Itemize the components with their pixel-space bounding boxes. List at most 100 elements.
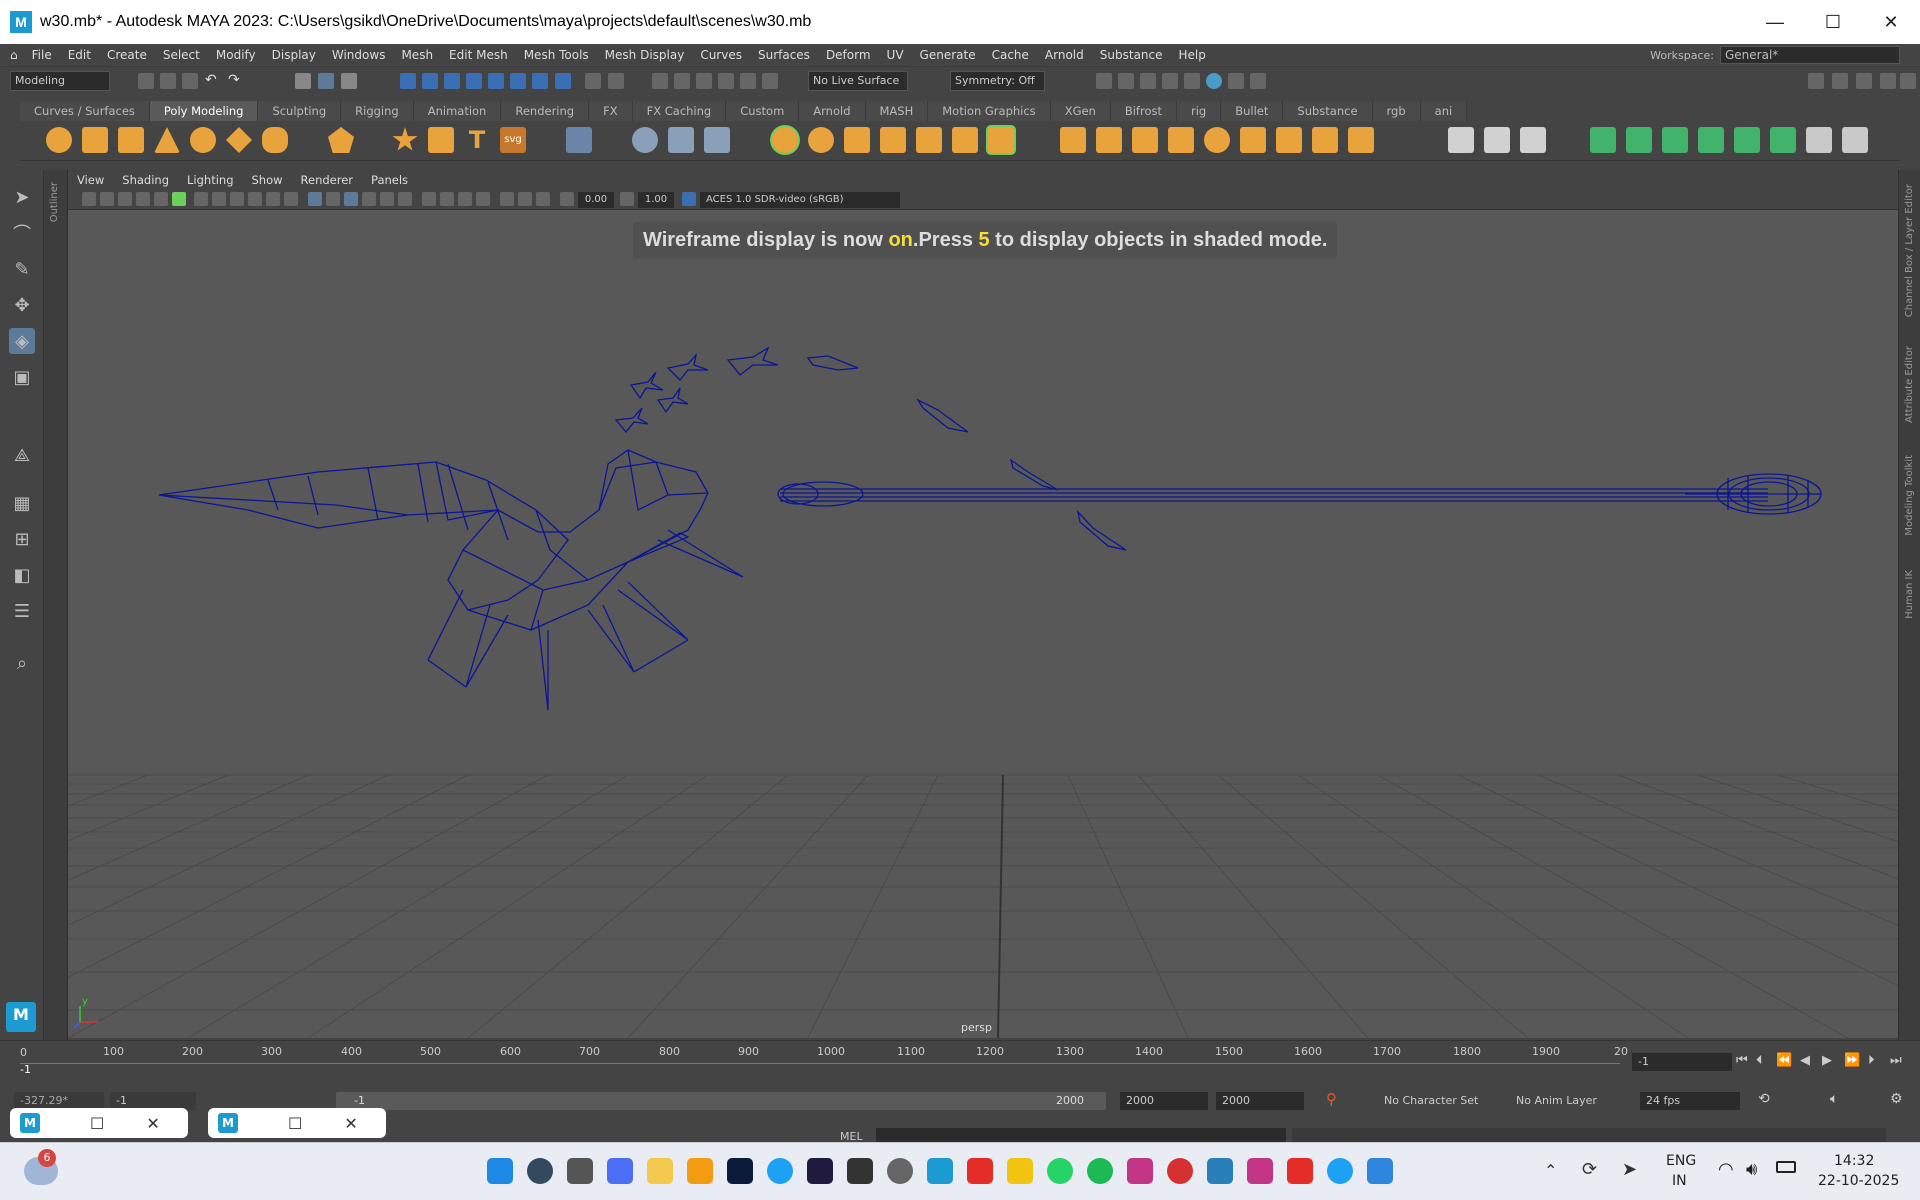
offset-edge-loop-icon[interactable] xyxy=(1520,127,1546,153)
maximize-button[interactable]: ☐ xyxy=(1804,0,1862,44)
anim-layer-dropdown[interactable]: No Anim Layer xyxy=(1516,1092,1626,1110)
render-sequence-icon[interactable] xyxy=(1228,73,1244,89)
separate-icon[interactable] xyxy=(808,127,834,153)
shelf-tab-mash[interactable]: MASH xyxy=(865,101,929,121)
snap-pivot-icon[interactable] xyxy=(762,73,778,89)
snap-grid-icon[interactable] xyxy=(652,73,668,89)
panel-menu-renderer[interactable]: Renderer xyxy=(292,173,363,187)
menu-help[interactable]: Help xyxy=(1171,48,1214,62)
remesh-icon[interactable] xyxy=(988,127,1014,153)
app-icon-1[interactable] xyxy=(647,1158,673,1184)
field-chart-icon[interactable] xyxy=(266,192,280,206)
select-face-icon[interactable] xyxy=(444,73,460,89)
spin-edge-icon[interactable] xyxy=(1734,127,1760,153)
maya-window-thumbnail[interactable]: M ☐ ✕ xyxy=(10,1108,188,1138)
ipr-render-icon[interactable] xyxy=(1140,73,1156,89)
super-shape-icon[interactable] xyxy=(392,127,418,151)
close-button[interactable]: ✕ xyxy=(1862,0,1920,44)
shelf-tab-poly-modeling[interactable]: Poly Modeling xyxy=(149,101,259,121)
poly-cylinder-icon[interactable] xyxy=(118,127,144,153)
image-plane-icon[interactable] xyxy=(136,192,150,206)
make-live-icon[interactable] xyxy=(1662,127,1688,153)
app-icon-4[interactable] xyxy=(1167,1158,1193,1184)
mirror-icon[interactable] xyxy=(916,127,942,153)
show-tool-settings-icon[interactable] xyxy=(1856,73,1872,89)
snap-point-icon[interactable] xyxy=(696,73,712,89)
menu-generate[interactable]: Generate xyxy=(912,48,984,62)
combine-icon[interactable] xyxy=(772,127,798,153)
thumb-close-icon[interactable]: ✕ xyxy=(146,1114,159,1133)
rotate-tool-icon[interactable]: ◈ xyxy=(9,328,35,354)
search-taskbar-icon[interactable] xyxy=(527,1158,553,1184)
thumb-maximize-icon[interactable]: ☐ xyxy=(90,1114,104,1133)
menu-select[interactable]: Select xyxy=(155,48,208,62)
menu-create[interactable]: Create xyxy=(99,48,155,62)
after-effects-icon[interactable] xyxy=(807,1158,833,1184)
exposure-field[interactable]: 0.00 xyxy=(578,192,614,208)
merge-icon[interactable] xyxy=(1240,127,1266,153)
language-line1[interactable]: ENG xyxy=(1666,1153,1696,1169)
extrude-icon[interactable] xyxy=(1060,127,1086,153)
color-space-dropdown[interactable]: ACES 1.0 SDR-video (sRGB) xyxy=(700,192,900,208)
select-points-icon[interactable] xyxy=(532,73,548,89)
camera-based-selection-icon[interactable] xyxy=(632,127,658,153)
wedge-icon[interactable] xyxy=(1806,127,1832,153)
ambient-occlusion-icon[interactable] xyxy=(440,192,454,206)
modeling-toolkit-tab[interactable]: Modeling Toolkit xyxy=(1904,455,1915,536)
loop-icon[interactable]: ⟲ xyxy=(1758,1091,1770,1107)
workspace-dropdown[interactable]: General* xyxy=(1720,46,1900,64)
maya-window-thumbnail[interactable]: M ☐ ✕ xyxy=(208,1108,386,1138)
safe-action-icon[interactable] xyxy=(284,192,298,206)
select-component-icon[interactable] xyxy=(341,73,357,89)
outliner-layout-icon[interactable]: ☰ xyxy=(9,598,35,624)
depth-of-field-icon[interactable] xyxy=(476,192,490,206)
thumb-close-icon[interactable]: ✕ xyxy=(344,1114,357,1133)
menu-arnold[interactable]: Arnold xyxy=(1037,48,1092,62)
extract-icon[interactable] xyxy=(1348,127,1374,153)
menu-surfaces[interactable]: Surfaces xyxy=(750,48,818,62)
command-input[interactable] xyxy=(876,1128,1286,1142)
bevel-icon[interactable] xyxy=(1132,127,1158,153)
youtube-icon-2[interactable] xyxy=(1287,1158,1313,1184)
show-layer-editor-icon[interactable] xyxy=(1900,73,1916,89)
search-icon[interactable]: ⌕ xyxy=(9,650,35,676)
poke-face-icon[interactable] xyxy=(1770,127,1796,153)
svg-icon[interactable]: svg xyxy=(500,127,526,153)
shelf-tab-motion-graphics[interactable]: Motion Graphics xyxy=(928,101,1051,121)
shelf-tab-fx-caching[interactable]: FX Caching xyxy=(632,101,727,121)
shelf-tab-sculpting[interactable]: Sculpting xyxy=(258,101,342,121)
xray-icon[interactable] xyxy=(380,192,394,206)
shelf-tab-animation[interactable]: Animation xyxy=(413,101,502,121)
app-icon-5[interactable] xyxy=(1207,1158,1233,1184)
select-object-icon[interactable] xyxy=(318,73,334,89)
menu-mesh[interactable]: Mesh xyxy=(393,48,441,62)
shelf-tab-rig[interactable]: rig xyxy=(1177,101,1222,121)
poly-torus-icon[interactable] xyxy=(190,127,216,153)
volume-icon[interactable]: 🔊︎ xyxy=(1746,1159,1757,1180)
poly-disc-icon[interactable] xyxy=(262,127,288,153)
menu-file[interactable]: File xyxy=(24,48,60,62)
edge-icon-2[interactable] xyxy=(1327,1158,1353,1184)
move-tool-icon[interactable]: ✥ xyxy=(9,292,35,318)
shelf-tab-custom[interactable]: Custom xyxy=(726,101,800,121)
panel-menu-view[interactable]: View xyxy=(68,173,113,187)
poly-cone-icon[interactable] xyxy=(154,127,180,153)
insert-edge-loop-icon[interactable] xyxy=(1484,127,1510,153)
panel-menu-shading[interactable]: Shading xyxy=(113,173,178,187)
live-surface-field[interactable]: No Live Surface xyxy=(808,71,908,91)
human-ik-tab[interactable]: Human IK xyxy=(1904,570,1915,619)
select-hierarchy-icon[interactable] xyxy=(295,73,311,89)
soft-select-icon[interactable] xyxy=(668,127,694,153)
shelf-tab-xgen[interactable]: XGen xyxy=(1050,101,1111,121)
photoshop-icon[interactable] xyxy=(727,1158,753,1184)
append-polygon-icon[interactable] xyxy=(1168,127,1194,153)
2d-pan-zoom-icon[interactable] xyxy=(154,192,168,206)
xray-joints-icon[interactable] xyxy=(518,192,532,206)
maya-taskbar-icon[interactable] xyxy=(927,1158,953,1184)
target-weld-icon[interactable] xyxy=(1590,127,1616,153)
youtube-icon[interactable] xyxy=(967,1158,993,1184)
current-frame-field[interactable]: -1 xyxy=(1632,1053,1732,1071)
playback-end-field[interactable]: 2000 xyxy=(1120,1092,1208,1110)
show-modeling-toolkit-icon[interactable] xyxy=(1808,73,1824,89)
copilot-icon[interactable] xyxy=(607,1158,633,1184)
